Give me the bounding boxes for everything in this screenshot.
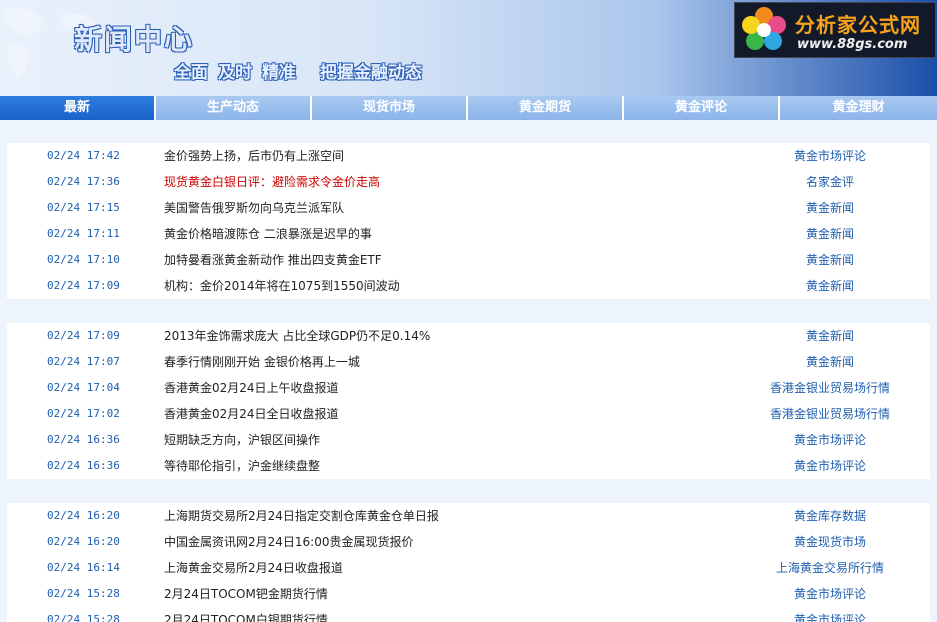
item-title-link[interactable]: 2013年金饰需求庞大 占比全球GDP仍不足0.14%: [164, 323, 430, 349]
item-title-link[interactable]: 美国警告俄罗斯勿向乌克兰派军队: [164, 195, 344, 221]
item-category-link[interactable]: 黄金新闻: [730, 221, 930, 247]
item-title-link[interactable]: 2月24日TOCOM钯金期货行情: [164, 581, 328, 607]
item-time: 02/24 16:20: [47, 535, 120, 548]
item-title-link[interactable]: 香港黄金02月24日全日收盘报道: [164, 401, 339, 427]
item-time: 02/24 15:28: [47, 613, 120, 622]
item-category-link[interactable]: 黄金新闻: [730, 349, 930, 375]
item-category-link[interactable]: 黄金新闻: [730, 195, 930, 221]
item-time: 02/24 15:28: [47, 587, 120, 600]
item-title-link[interactable]: 机构：金价2014年将在1075到1550间波动: [164, 273, 400, 299]
item-time: 02/24 17:02: [47, 407, 120, 420]
list-item: 02/24 15:28 2月24日TOCOM钯金期货行情 黄金市场评论: [7, 581, 930, 607]
list-item: 02/24 17:02 香港黄金02月24日全日收盘报道 香港金银业贸易场行情: [7, 401, 930, 427]
item-time: 02/24 17:42: [47, 149, 120, 162]
item-time: 02/24 17:15: [47, 201, 120, 214]
item-title-link[interactable]: 现货黄金白银日评：避险需求令金价走高: [164, 169, 380, 195]
item-title-link[interactable]: 上海黄金交易所2月24日收盘报道: [164, 555, 343, 581]
item-category-link[interactable]: 黄金现货市场: [730, 529, 930, 555]
item-time: 02/24 17:10: [47, 253, 120, 266]
item-category-link[interactable]: 名家金评: [730, 169, 930, 195]
item-category-link[interactable]: 香港金银业贸易场行情: [730, 401, 930, 427]
tab-latest[interactable]: 最新: [0, 96, 154, 120]
item-title-link[interactable]: 中国金属资讯网2月24日16:00贵金属现货报价: [164, 529, 414, 555]
item-category-link[interactable]: 黄金市场评论: [730, 607, 930, 622]
item-category-link[interactable]: 黄金市场评论: [730, 143, 930, 169]
tab-spot-market[interactable]: 现货市场: [312, 96, 466, 120]
item-title-link[interactable]: 2月24日TOCOM白银期货行情: [164, 607, 328, 622]
item-time: 02/24 17:36: [47, 175, 120, 188]
news-section-1: 02/24 17:42 金价强势上扬，后市仍有上涨空间 黄金市场评论 02/24…: [7, 143, 930, 299]
item-category-link[interactable]: 黄金市场评论: [730, 427, 930, 453]
slogan-word-1: 全面: [174, 63, 208, 83]
item-title-link[interactable]: 短期缺乏方向，沪银区间操作: [164, 427, 320, 453]
item-title-link[interactable]: 加特曼看涨黄金新动作 推出四支黄金ETF: [164, 247, 382, 273]
item-time: 02/24 16:36: [47, 433, 120, 446]
item-time: 02/24 17:09: [47, 329, 120, 342]
tab-gold-futures[interactable]: 黄金期货: [468, 96, 622, 120]
header-slogan: 全面 及时 精准 把握金融动态: [174, 58, 432, 83]
item-time: 02/24 17:07: [47, 355, 120, 368]
item-title-link[interactable]: 金价强势上扬，后市仍有上涨空间: [164, 143, 344, 169]
item-category-link[interactable]: 黄金库存数据: [730, 503, 930, 529]
item-title-link[interactable]: 香港黄金02月24日上午收盘报道: [164, 375, 339, 401]
list-item: 02/24 17:11 黄金价格暗渡陈仓 二浪暴涨是迟早的事 黄金新闻: [7, 221, 930, 247]
list-item: 02/24 16:14 上海黄金交易所2月24日收盘报道 上海黄金交易所行情: [7, 555, 930, 581]
tab-gold-commentary[interactable]: 黄金评论: [624, 96, 778, 120]
list-item: 02/24 16:20 上海期货交易所2月24日指定交割仓库黄金仓单日报 黄金库…: [7, 503, 930, 529]
slogan-word-2: 及时: [218, 63, 252, 83]
list-item: 02/24 17:07 春季行情刚刚开始 金银价格再上一城 黄金新闻: [7, 349, 930, 375]
item-category-link[interactable]: 黄金新闻: [730, 247, 930, 273]
tab-gold-finance[interactable]: 黄金理财: [780, 96, 937, 120]
list-item: 02/24 16:36 等待耶伦指引，沪金继续盘整 黄金市场评论: [7, 453, 930, 479]
list-item: 02/24 16:20 中国金属资讯网2月24日16:00贵金属现货报价 黄金现…: [7, 529, 930, 555]
list-item: 02/24 15:28 2月24日TOCOM白银期货行情 黄金市场评论: [7, 607, 930, 622]
page-header: 新闻中心 全面 及时 精准 把握金融动态 分析家公式网 www.88gs.com: [0, 0, 937, 96]
item-time: 02/24 17:04: [47, 381, 120, 394]
list-item: 02/24 17:42 金价强势上扬，后市仍有上涨空间 黄金市场评论: [7, 143, 930, 169]
news-section-3: 02/24 16:20 上海期货交易所2月24日指定交割仓库黄金仓单日报 黄金库…: [7, 503, 930, 622]
slogan-word-3: 精准: [262, 63, 296, 83]
item-title-link[interactable]: 上海期货交易所2月24日指定交割仓库黄金仓单日报: [164, 503, 439, 529]
site-logo[interactable]: 分析家公式网 www.88gs.com: [734, 2, 936, 58]
tab-production[interactable]: 生产动态: [156, 96, 310, 120]
page-title: 新闻中心: [74, 23, 195, 56]
item-category-link[interactable]: 黄金新闻: [730, 273, 930, 299]
item-category-link[interactable]: 黄金市场评论: [730, 581, 930, 607]
item-category-link[interactable]: 黄金市场评论: [730, 453, 930, 479]
item-category-link[interactable]: 香港金银业贸易场行情: [730, 375, 930, 401]
logo-url: www.88gs.com: [797, 37, 908, 52]
item-category-link[interactable]: 上海黄金交易所行情: [730, 555, 930, 581]
list-item: 02/24 17:09 机构：金价2014年将在1075到1550间波动 黄金新…: [7, 273, 930, 299]
logo-name: 分析家公式网: [795, 13, 921, 37]
flower-logo-icon: [742, 7, 786, 50]
list-item: 02/24 17:36 现货黄金白银日评：避险需求令金价走高 名家金评: [7, 169, 930, 195]
list-item: 02/24 17:10 加特曼看涨黄金新动作 推出四支黄金ETF 黄金新闻: [7, 247, 930, 273]
item-time: 02/24 16:20: [47, 509, 120, 522]
item-title-link[interactable]: 春季行情刚刚开始 金银价格再上一城: [164, 349, 360, 375]
list-item: 02/24 17:09 2013年金饰需求庞大 占比全球GDP仍不足0.14% …: [7, 323, 930, 349]
item-title-link[interactable]: 黄金价格暗渡陈仓 二浪暴涨是迟早的事: [164, 221, 372, 247]
list-item: 02/24 16:36 短期缺乏方向，沪银区间操作 黄金市场评论: [7, 427, 930, 453]
item-title-link[interactable]: 等待耶伦指引，沪金继续盘整: [164, 453, 320, 479]
news-section-2: 02/24 17:09 2013年金饰需求庞大 占比全球GDP仍不足0.14% …: [7, 323, 930, 479]
item-time: 02/24 16:36: [47, 459, 120, 472]
list-item: 02/24 17:04 香港黄金02月24日上午收盘报道 香港金银业贸易场行情: [7, 375, 930, 401]
category-nav: 最新 生产动态 现货市场 黄金期货 黄金评论 黄金理财: [0, 96, 937, 120]
slogan-word-4: 把握金融动态: [320, 63, 422, 83]
item-time: 02/24 16:14: [47, 561, 120, 574]
item-time: 02/24 17:11: [47, 227, 120, 240]
item-category-link[interactable]: 黄金新闻: [730, 323, 930, 349]
list-item: 02/24 17:15 美国警告俄罗斯勿向乌克兰派军队 黄金新闻: [7, 195, 930, 221]
item-time: 02/24 17:09: [47, 279, 120, 292]
